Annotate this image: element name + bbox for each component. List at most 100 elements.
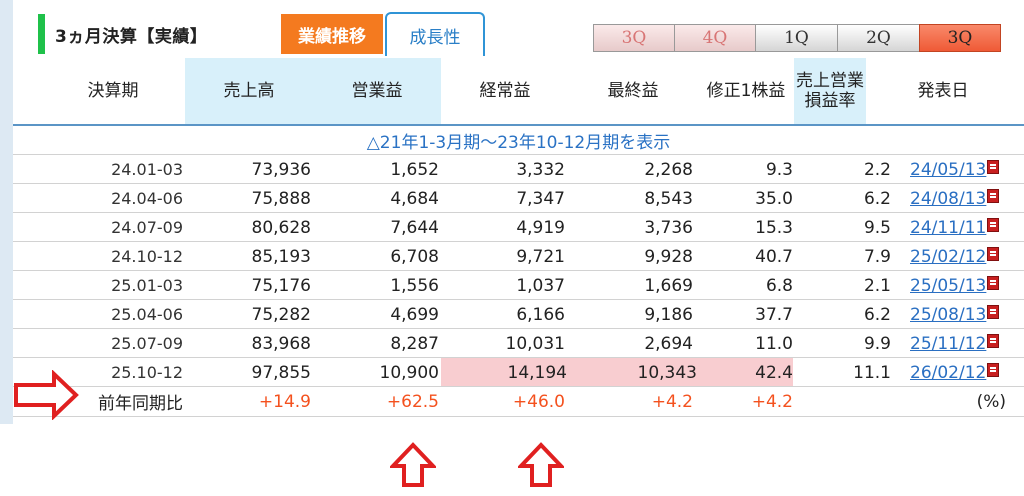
cell-operating: 1,652: [390, 159, 439, 180]
pdf-icon[interactable]: [987, 362, 1000, 377]
announcement-date-link[interactable]: 25/02/12: [910, 247, 986, 267]
cell-net: 10,343: [567, 358, 697, 387]
announcement-date-link[interactable]: 24/11/11: [910, 218, 986, 238]
left-strip: [0, 0, 13, 424]
header-sales: 売上高: [185, 58, 313, 124]
arrow-up-icon: [390, 442, 436, 487]
cell-sales: 97,855: [251, 362, 311, 383]
quarter-tab-1q[interactable]: 1Q: [755, 24, 838, 52]
cell-ordinary: 7,347: [516, 188, 565, 209]
cell-sales: 75,282: [251, 304, 311, 325]
header-ordinary: 経常益: [479, 81, 531, 101]
cell-date: 25/08/13: [893, 300, 1024, 329]
cell-period: 24.01-03: [111, 160, 183, 179]
pdf-icon[interactable]: [987, 217, 1000, 232]
cell-sales: 83,968: [251, 333, 311, 354]
cell-margin: 11.1: [853, 362, 891, 383]
yoy-sales: +14.9: [258, 391, 311, 412]
pdf-icon[interactable]: [987, 304, 1000, 319]
pdf-icon[interactable]: [987, 246, 1000, 261]
cell-eps: 35.0: [755, 188, 793, 209]
cell-date: 24/05/13: [893, 155, 1024, 184]
cell-sales: 75,888: [251, 188, 311, 209]
pdf-icon[interactable]: [987, 275, 1000, 290]
announcement-date-link[interactable]: 25/05/13: [910, 276, 986, 296]
quarter-tab-3q-current[interactable]: 3Q: [919, 24, 1001, 52]
cell-operating: 6,708: [390, 246, 439, 267]
table-row: 25.01-03 75,176 1,556 1,037 1,669 6.8 2.1 25/05…: [13, 270, 1024, 300]
announcement-date-link[interactable]: 25/08/13: [910, 305, 986, 325]
pdf-icon[interactable]: [987, 333, 1000, 348]
table-row: 24.01-03 73,936 1,652 3,332 2,268 9.3 2.2 24/05…: [13, 154, 1024, 184]
cell-margin: 6.2: [863, 188, 891, 209]
cell-ordinary: 3,332: [516, 159, 565, 180]
cell-period: 24.04-06: [111, 189, 183, 208]
cell-net: 3,736: [644, 217, 693, 238]
cell-eps: 9.3: [765, 159, 793, 180]
cell-date: 25/05/13: [893, 271, 1024, 300]
cell-net: 9,186: [644, 304, 693, 325]
table-row: 25.04-06 75,282 4,699 6,166 9,186 37.7 6.2 25/0…: [13, 299, 1024, 329]
yoy-eps: +4.2: [751, 391, 793, 412]
yoy-net: +4.2: [651, 391, 693, 412]
cell-operating: 1,556: [390, 275, 439, 296]
quarter-tab-3q-prev[interactable]: 3Q: [593, 24, 675, 52]
header-eps: 修正1株益: [706, 81, 786, 101]
cell-period: 25.04-06: [111, 305, 183, 324]
header-period: 決算期: [87, 81, 139, 101]
cell-eps: 6.8: [765, 275, 793, 296]
cell-margin: 2.1: [863, 275, 891, 296]
yoy-row: 前年同期比 +14.9 +62.5 +46.0 +4.2 +4.2 (%): [13, 386, 1024, 417]
tab-growth[interactable]: 成長性: [385, 12, 485, 56]
arrow-up-icon: [518, 442, 564, 487]
cell-ordinary: 14,194: [441, 358, 567, 387]
cell-eps: 42.4: [697, 358, 793, 387]
announcement-date-link[interactable]: 26/02/12: [910, 363, 986, 383]
table-header: 決算期 売上高 営業益 経常益 最終益 修正1株益 売上営業 損益率 発表日: [13, 58, 1024, 126]
period-note[interactable]: △21年1-3月期～23年10-12月期を表示: [13, 126, 1024, 154]
cell-margin: 6.2: [863, 304, 891, 325]
cell-date: 26/02/12: [893, 358, 1024, 387]
cell-date: 24/08/13: [893, 184, 1024, 213]
section-title: 3ヵ月決算【実績】: [55, 27, 208, 47]
cell-ordinary: 1,037: [516, 275, 565, 296]
cell-net: 2,694: [644, 333, 693, 354]
cell-period: 25.01-03: [111, 276, 183, 295]
cell-date: 25/02/12: [893, 242, 1024, 271]
header: 3ヵ月決算【実績】 業績推移 成長性 3Q 4Q 1Q 2Q 3Q: [13, 0, 1024, 58]
table-row: 25.10-12 97,855 10,900 14,194 10,343 42.4 11.1…: [13, 357, 1024, 387]
cell-date: 25/11/12: [893, 329, 1024, 358]
header-margin: 売上営業 損益率: [794, 58, 866, 124]
header-date: 発表日: [917, 81, 969, 101]
cell-period: 24.07-09: [111, 218, 183, 237]
cell-operating: 8,287: [390, 333, 439, 354]
cell-sales: 73,936: [251, 159, 311, 180]
cell-net: 8,543: [644, 188, 693, 209]
cell-ordinary: 9,721: [516, 246, 565, 267]
cell-net: 9,928: [644, 246, 693, 267]
pdf-icon[interactable]: [987, 188, 1000, 203]
cell-eps: 37.7: [755, 304, 793, 325]
header-operating: 営業益: [313, 58, 441, 124]
pdf-icon[interactable]: [987, 159, 1000, 174]
cell-period: 25.07-09: [111, 334, 183, 353]
cell-sales: 80,628: [251, 217, 311, 238]
announcement-date-link[interactable]: 25/11/12: [910, 334, 986, 354]
cell-net: 1,669: [644, 275, 693, 296]
yoy-unit: (%): [976, 391, 1006, 412]
cell-ordinary: 6,166: [516, 304, 565, 325]
quarter-tab-2q[interactable]: 2Q: [837, 24, 920, 52]
cell-period: 24.10-12: [111, 247, 183, 266]
table-row: 24.04-06 75,888 4,684 7,347 8,543 35.0 6.2 24/0…: [13, 183, 1024, 213]
cell-net: 2,268: [644, 159, 693, 180]
quarter-tab-4q[interactable]: 4Q: [674, 24, 756, 52]
announcement-date-link[interactable]: 24/08/13: [910, 189, 986, 209]
tab-performance[interactable]: 業績推移: [281, 14, 383, 54]
cell-operating: 4,684: [390, 188, 439, 209]
cell-margin: 2.2: [863, 159, 891, 180]
cell-operating: 7,644: [390, 217, 439, 238]
quarter-tabs: 3Q 4Q 1Q 2Q 3Q: [593, 24, 1001, 52]
table-row: 24.10-12 85,193 6,708 9,721 9,928 40.7 7.9 25/0…: [13, 241, 1024, 271]
cell-date: 24/11/11: [893, 213, 1024, 242]
announcement-date-link[interactable]: 24/05/13: [910, 160, 986, 180]
